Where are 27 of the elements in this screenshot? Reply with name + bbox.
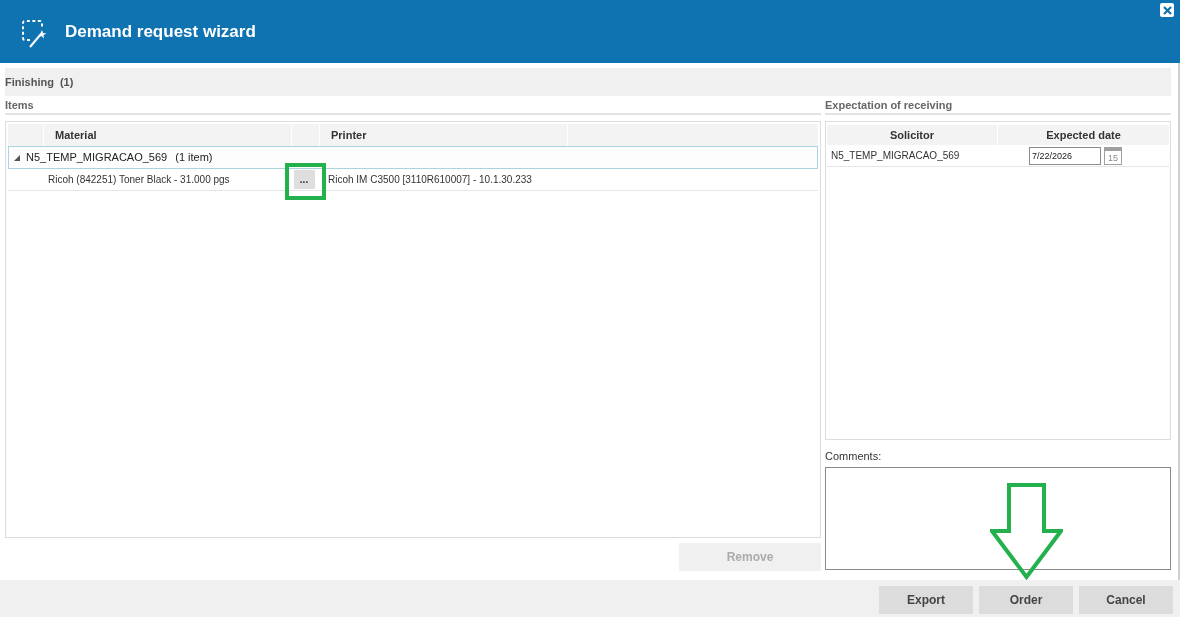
group-row[interactable]: N5_TEMP_MIGRACAO_569 (1 item) bbox=[8, 146, 818, 169]
group-name: N5_TEMP_MIGRACAO_569 bbox=[26, 150, 168, 166]
material-cell-text: Ricoh (842251) Toner Black - 31.000 pgs bbox=[48, 173, 230, 187]
column-header: Solicitor bbox=[890, 127, 934, 143]
date-field[interactable]: 7/22/2026 bbox=[1029, 146, 1101, 165]
column-header: Printer bbox=[331, 127, 367, 143]
close-button[interactable] bbox=[1160, 3, 1174, 17]
expander-icon[interactable] bbox=[14, 154, 20, 161]
column-header: Expected date bbox=[1046, 127, 1121, 143]
window-title: Demand request wizard bbox=[65, 21, 256, 43]
solicitor-cell-text: N5_TEMP_MIGRACAO_569 bbox=[831, 149, 960, 163]
printer-cell-text: Ricoh IM C3500 [3110R610007] - 10.1.30.233 bbox=[328, 173, 532, 187]
close-icon bbox=[1162, 5, 1172, 15]
footer-button[interactable]: Cancel bbox=[1079, 586, 1173, 614]
section-title: Items bbox=[5, 97, 34, 112]
selection-wand-icon bbox=[22, 20, 48, 48]
calendar-button[interactable]: 15 bbox=[1104, 146, 1122, 165]
browse-button[interactable]: ... bbox=[293, 170, 315, 189]
footer-button[interactable]: Export bbox=[879, 586, 973, 614]
step-count: (1) bbox=[59, 74, 74, 90]
comments-field[interactable] bbox=[825, 467, 1171, 570]
step-label: Finishing bbox=[5, 74, 54, 90]
column-header: Material bbox=[55, 127, 97, 143]
comments-label: Comments: bbox=[825, 449, 883, 463]
section-title: Expectation of receiving bbox=[825, 97, 953, 112]
group-count: (1 item) bbox=[175, 150, 213, 166]
footer-button[interactable]: Order bbox=[979, 586, 1073, 614]
